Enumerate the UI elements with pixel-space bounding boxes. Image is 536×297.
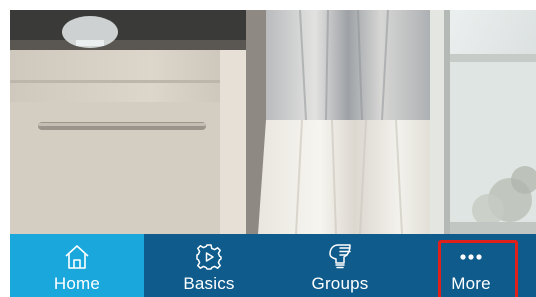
tab-more-label: More	[451, 274, 491, 293]
tab-basics[interactable]: Basics	[144, 234, 274, 297]
bottom-tab-bar: Home Basics Groups More	[10, 234, 536, 297]
tab-home[interactable]: Home	[10, 234, 144, 297]
tab-groups[interactable]: Groups	[274, 234, 406, 297]
app-screen: Home Basics Groups More	[0, 0, 536, 297]
room-photo	[10, 10, 536, 234]
more-dots-icon	[454, 242, 488, 272]
tab-more[interactable]: More	[406, 234, 536, 297]
tab-basics-label: Basics	[183, 274, 235, 293]
tab-home-label: Home	[53, 274, 101, 293]
bulb-list-icon	[323, 242, 357, 272]
home-icon	[60, 242, 94, 272]
gear-play-icon	[192, 242, 226, 272]
tab-groups-label: Groups	[311, 274, 369, 293]
